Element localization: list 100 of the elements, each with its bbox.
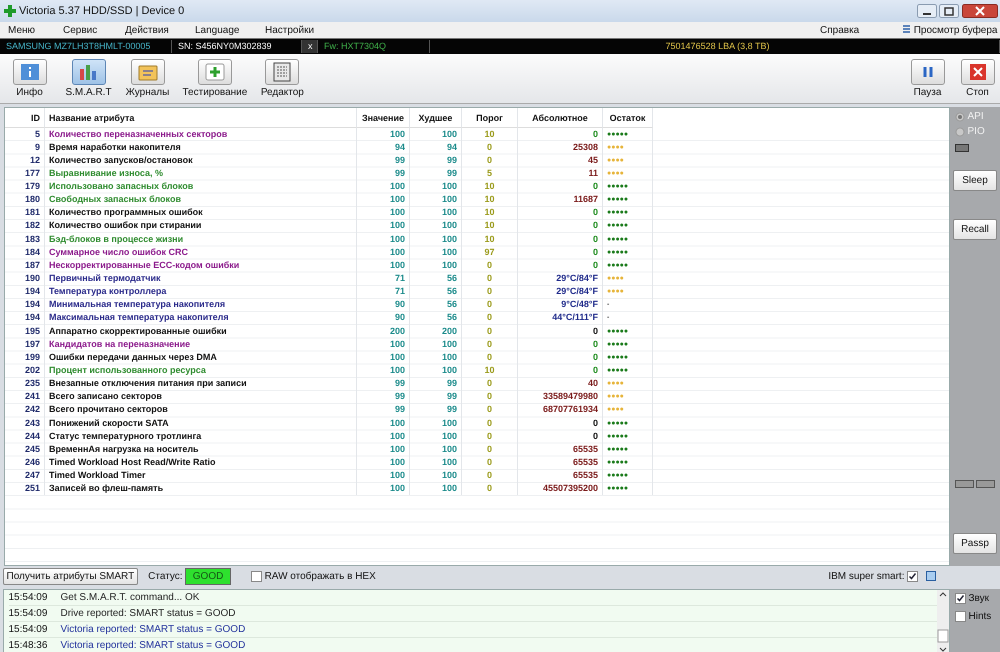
table-cell: 5 (462, 166, 518, 180)
table-cell: 0 (462, 403, 518, 417)
table-cell: 100 (357, 206, 410, 220)
table-cell: 100 (410, 430, 462, 443)
table-cell: 45507395200 (518, 482, 603, 496)
checkbox[interactable] (955, 610, 966, 622)
table-cell: 99 (357, 154, 410, 167)
side-button[interactable]: Recall (953, 219, 997, 240)
table-cell: 177 (5, 166, 45, 180)
table-cell: Timed Workload Host Read/Write Ratio (45, 456, 357, 470)
table-cell: Нескорректированные ECC-кодом ошибки (45, 258, 357, 272)
table-cell: 100 (357, 350, 410, 364)
checkbox-label: Hints (968, 610, 992, 624)
table-cell: 99 (410, 154, 462, 167)
table-cell: 9°C/48°F (518, 298, 603, 312)
table-cell: 94 (410, 140, 462, 154)
table-cell: 0 (518, 350, 603, 364)
table-cell: 0 (462, 285, 518, 298)
table-cell: Температура контроллера (45, 285, 357, 298)
log-message: Drive reported: SMART status = GOOD (60, 606, 236, 620)
cross-icon (2, 4, 16, 18)
table-cell: 100 (357, 469, 410, 482)
table-cell: 199 (5, 350, 45, 364)
table-cell: Первичный термодатчик (45, 272, 357, 286)
toolbar-button[interactable]: Редактор (255, 59, 310, 98)
table-cell: 10 (462, 180, 518, 194)
checkbox-label: IBM super smart: (828, 570, 904, 584)
table-cell: 65535 (518, 442, 603, 456)
table-cell: Бэд-блоков в процессе жизни (45, 232, 357, 246)
side-button[interactable]: Sleep (953, 170, 997, 191)
table-cell: Использовано запасных блоков (45, 180, 357, 194)
minimize-button[interactable] (916, 4, 936, 18)
side-button[interactable]: Passp (953, 533, 997, 554)
table-cell: 100 (410, 456, 462, 470)
log-message: Victoria reported: SMART status = GOOD (60, 622, 246, 636)
table-cell: 68707761934 (518, 403, 603, 417)
table-cell: 187 (5, 258, 45, 272)
checkbox[interactable] (251, 570, 262, 582)
table-cell: 71 (357, 285, 410, 298)
table-cell: Внезапные отключения питания при записи (45, 377, 357, 390)
menu-item[interactable]: Сервис (55, 22, 117, 38)
table-cell: 0 (518, 338, 603, 351)
toolbar-button[interactable]: S.M.A.R.T (62, 59, 116, 98)
table-cell: 181 (5, 206, 45, 220)
table-cell: 202 (5, 364, 45, 378)
table-cell: 10 (462, 128, 518, 141)
log-time: 15:48:36 (8, 638, 48, 652)
table-cell: 99 (357, 403, 410, 417)
table-cell: 100 (410, 193, 462, 206)
menu-item[interactable]: Language (187, 22, 257, 38)
table-cell: 10 (462, 193, 518, 206)
buffer-view-button[interactable]: Просмотр буфера (902, 22, 998, 38)
table-cell: 194 (5, 298, 45, 312)
checkbox[interactable] (907, 570, 918, 582)
toolbar-button[interactable]: Инфо (2, 59, 56, 98)
table-cell: 0 (462, 258, 518, 272)
table-cell: 90 (357, 311, 410, 325)
menu-item[interactable]: Справка (820, 22, 860, 38)
menu-item[interactable]: Действия (117, 22, 187, 38)
toolbar-button[interactable]: Тестирование (180, 59, 250, 98)
table-cell: 100 (410, 350, 462, 364)
table-cell: 99 (357, 390, 410, 404)
table-cell: 29°C/84°F (518, 285, 603, 298)
table-cell: 56 (410, 285, 462, 298)
toolbar-button[interactable]: Журналы (120, 59, 174, 98)
close-button[interactable]: x (302, 40, 318, 54)
table-cell: Процент использованного ресурса (45, 364, 357, 378)
smart-button[interactable]: Получить атрибуты SMART (2, 568, 138, 584)
table-cell: 0 (462, 430, 518, 443)
table-cell: 0 (518, 232, 603, 246)
scrollbar-drawing (937, 590, 949, 652)
table-cell: 0 (518, 206, 603, 220)
table-cell: 100 (357, 364, 410, 378)
table-cell: 100 (357, 442, 410, 456)
table-cell: 194 (5, 311, 45, 325)
radio-label: PIO (968, 125, 985, 139)
table-cell: Аппаратно скорректированные ошибки (45, 324, 357, 338)
table-cell: 12 (5, 154, 45, 167)
table-cell: 246 (5, 456, 45, 470)
table-cell: 0 (462, 338, 518, 351)
log-message: Victoria reported: SMART status = GOOD (60, 638, 246, 652)
table-cell: 100 (410, 180, 462, 194)
table-cell: 11687 (518, 193, 603, 206)
maximize-button[interactable] (939, 4, 959, 18)
table-cell: 0 (518, 258, 603, 272)
table-cell: 0 (462, 377, 518, 390)
table-cell: 0 (462, 154, 518, 167)
list-icon (902, 25, 912, 35)
table-cell: 10 (462, 232, 518, 246)
table-cell: 100 (410, 442, 462, 456)
close-button[interactable] (962, 4, 998, 18)
menu-item[interactable]: Меню (0, 22, 55, 38)
table-cell: 100 (357, 338, 410, 351)
table-cell: Кандидатов на переназначение (45, 338, 357, 351)
checkbox[interactable] (955, 593, 966, 604)
table-cell: 200 (410, 324, 462, 338)
status-badge: GOOD (185, 568, 232, 584)
table-cell: 100 (357, 180, 410, 194)
log-time: 15:54:09 (8, 622, 48, 636)
menu-item[interactable]: Настройки (257, 22, 337, 38)
